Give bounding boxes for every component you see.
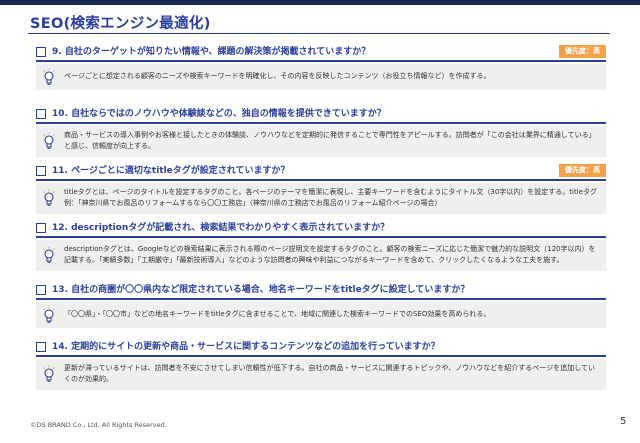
checkbox[interactable] xyxy=(36,223,46,233)
note-text: 更新が滞っているサイトは、訪問者を不安にさせてしまい信頼性が低下する。自社の商品… xyxy=(64,364,595,383)
note-text: ページごとに想定される顧客のニーズや検索キーワードを明確化し、その内容を反映した… xyxy=(64,72,491,80)
question-row: 14. 定期的にサイトの更新や商品・サービスに関するコンテンツなどの追加を行って… xyxy=(36,340,606,355)
question-text: 9. 自社のターゲットが知りたい情報や、課題の解決策が掲載されていますか？ xyxy=(52,47,371,57)
priority-badge: 優先度：高 xyxy=(559,164,606,177)
page-title-wrap: SEO(検索エンジン最適化) xyxy=(30,12,211,33)
checklist-item-10: 10. 自社ならではのノウハウや体験談などの、独自の情報を提供できていますか？ … xyxy=(36,107,606,157)
question-row: 11. ページごとに適切なtitleタグが設定されていますか？ 優先度：高 xyxy=(36,164,606,179)
question-underline xyxy=(36,60,606,62)
checklist-item-11: 11. ページごとに適切なtitleタグが設定されていますか？ 優先度：高 ti… xyxy=(36,164,606,214)
top-bar xyxy=(0,0,640,5)
lightbulb-icon xyxy=(43,68,55,85)
note-text: 「〇〇県」・「〇〇市」などの地名キーワードをtitleタグに含ませることで、地域… xyxy=(64,310,491,318)
note-text: 商品・サービスの導入事例やお客様と接したときの体験談、ノウハウなどを定期的に発信… xyxy=(64,131,596,150)
checklist-item-13: 13. 自社の商圏が〇〇県内など限定されている場合、地名キーワードをtitleタ… xyxy=(36,283,606,328)
lightbulb-icon xyxy=(43,306,55,323)
question-text: 12. descriptionタグが記載され、検索結果でわかりやすく表示されてい… xyxy=(52,223,390,233)
checklist-item-14: 14. 定期的にサイトの更新や商品・サービスに関するコンテンツなどの追加を行って… xyxy=(36,340,606,390)
question-text: 13. 自社の商圏が〇〇県内など限定されている場合、地名キーワードをtitleタ… xyxy=(52,285,470,295)
note-box: 商品・サービスの導入事例やお客様と接したときの体験談、ノウハウなどを定期的に発信… xyxy=(36,126,606,157)
checkbox[interactable] xyxy=(36,109,46,119)
checkbox[interactable] xyxy=(36,285,46,295)
lightbulb-icon xyxy=(43,365,55,382)
priority-badge: 優先度：高 xyxy=(559,45,606,58)
page-number: 5 xyxy=(620,416,627,427)
footer-copyright: ©DS BRAND Co., Ltd. All Rights Reserved. xyxy=(30,421,167,429)
question-underline xyxy=(36,236,606,238)
lightbulb-icon xyxy=(43,132,55,149)
checkbox[interactable] xyxy=(36,342,46,352)
question-text: 10. 自社ならではのノウハウや体験談などの、独自の情報を提供できていますか？ xyxy=(52,109,386,119)
title-underline xyxy=(28,33,610,34)
note-box: descriptionタグとは、Googleなどの検索結果に表示される際のページ… xyxy=(36,240,606,271)
note-box: ページごとに想定される顧客のニーズや検索キーワードを明確化し、その内容を反映した… xyxy=(36,64,606,90)
question-row: 12. descriptionタグが記載され、検索結果でわかりやすく表示されてい… xyxy=(36,221,606,236)
question-underline xyxy=(36,122,606,124)
checklist-item-9: 9. 自社のターゲットが知りたい情報や、課題の解決策が掲載されていますか？ 優先… xyxy=(36,45,606,90)
checklist-item-12: 12. descriptionタグが記載され、検索結果でわかりやすく表示されてい… xyxy=(36,221,606,271)
question-underline xyxy=(36,179,606,181)
note-box: 更新が滞っているサイトは、訪問者を不安にさせてしまい信頼性が低下する。自社の商品… xyxy=(36,359,606,390)
lightbulb-icon xyxy=(43,246,55,263)
checkbox[interactable] xyxy=(36,166,46,176)
note-box: 「〇〇県」・「〇〇市」などの地名キーワードをtitleタグに含ませることで、地域… xyxy=(36,302,606,328)
question-text: 11. ページごとに適切なtitleタグが設定されていますか？ xyxy=(52,166,290,176)
question-underline xyxy=(36,298,606,300)
checkbox[interactable] xyxy=(36,47,46,57)
question-underline xyxy=(36,355,606,357)
question-row: 9. 自社のターゲットが知りたい情報や、課題の解決策が掲載されていますか？ 優先… xyxy=(36,45,606,60)
question-text: 14. 定期的にサイトの更新や商品・サービスに関するコンテンツなどの追加を行って… xyxy=(52,342,440,352)
question-row: 13. 自社の商圏が〇〇県内など限定されている場合、地名キーワードをtitleタ… xyxy=(36,283,606,298)
note-text: descriptionタグとは、Googleなどの検索結果に表示される際のページ… xyxy=(64,245,596,264)
question-row: 10. 自社ならではのノウハウや体験談などの、独自の情報を提供できていますか？ xyxy=(36,107,606,122)
note-text: titleタグとは、ページのタイトルを設定するタグのこと。各ページのテーマを簡潔… xyxy=(64,188,597,207)
note-box: titleタグとは、ページのタイトルを設定するタグのこと。各ページのテーマを簡潔… xyxy=(36,183,606,214)
lightbulb-icon xyxy=(43,189,55,206)
page-title: SEO(検索エンジン最適化) xyxy=(30,16,211,32)
